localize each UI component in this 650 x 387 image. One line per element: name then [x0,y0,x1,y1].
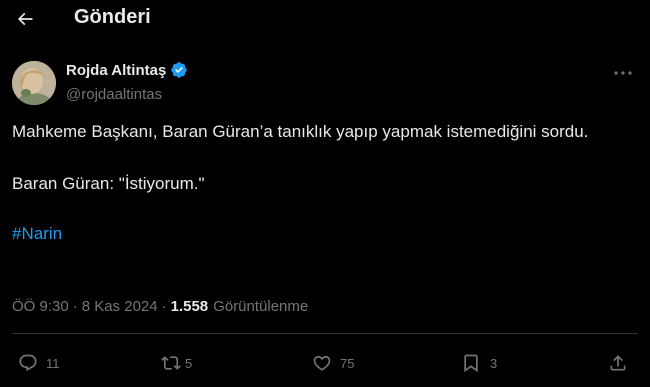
tweet-meta: ÖÖ 9:30 · 8 Kas 2024 · 1.558 Görüntülenm… [12,298,308,315]
author-handle[interactable]: @rojdaaltintas [66,86,162,103]
share-icon [610,355,626,371]
back-button[interactable] [12,6,38,32]
bookmark-button[interactable]: 3 [461,350,497,376]
tweet-date[interactable]: 8 Kas 2024 [82,298,158,315]
bookmark-count: 3 [490,355,498,371]
tweet-paragraph: Baran Güran: "İstiyorum." [12,174,205,193]
like-button[interactable]: 75 [312,350,354,376]
like-count: 75 [340,355,355,371]
repost-icon [161,356,181,370]
tweet-body: Mahkeme Başkanı, Baran Güran’a tanıklık … [12,120,632,246]
reply-icon [19,354,37,372]
like-icon [313,355,331,371]
tweet-paragraph: Mahkeme Başkanı, Baran Güran’a tanıklık … [12,122,589,141]
author-name[interactable]: Rojda Altintaş [66,62,166,79]
views-label: Görüntülenme [213,298,309,315]
back-arrow-icon [17,12,33,26]
hashtag-link[interactable]: #Narin [12,224,62,243]
share-button[interactable] [608,350,628,376]
reply-count: 11 [46,355,60,371]
repost-button[interactable]: 5 [161,350,192,376]
more-icon [614,71,632,75]
verified-badge-icon [170,61,188,79]
meta-separator: · [161,298,167,315]
avatar[interactable] [12,61,56,105]
action-bar: 11 5 75 3 [0,350,650,376]
views-count: 1.558 [170,298,209,315]
more-options-button[interactable] [610,64,636,82]
meta-separator: · [72,298,78,315]
header-bar: Gönderi [0,0,650,38]
reply-button[interactable]: 11 [18,350,60,376]
bookmark-icon [464,354,478,373]
divider [12,333,638,334]
author-name-row[interactable]: Rojda Altintaş [66,61,188,79]
tweet-time[interactable]: ÖÖ 9:30 [12,298,69,315]
repost-count: 5 [185,355,193,371]
page-title: Gönderi [74,6,151,28]
